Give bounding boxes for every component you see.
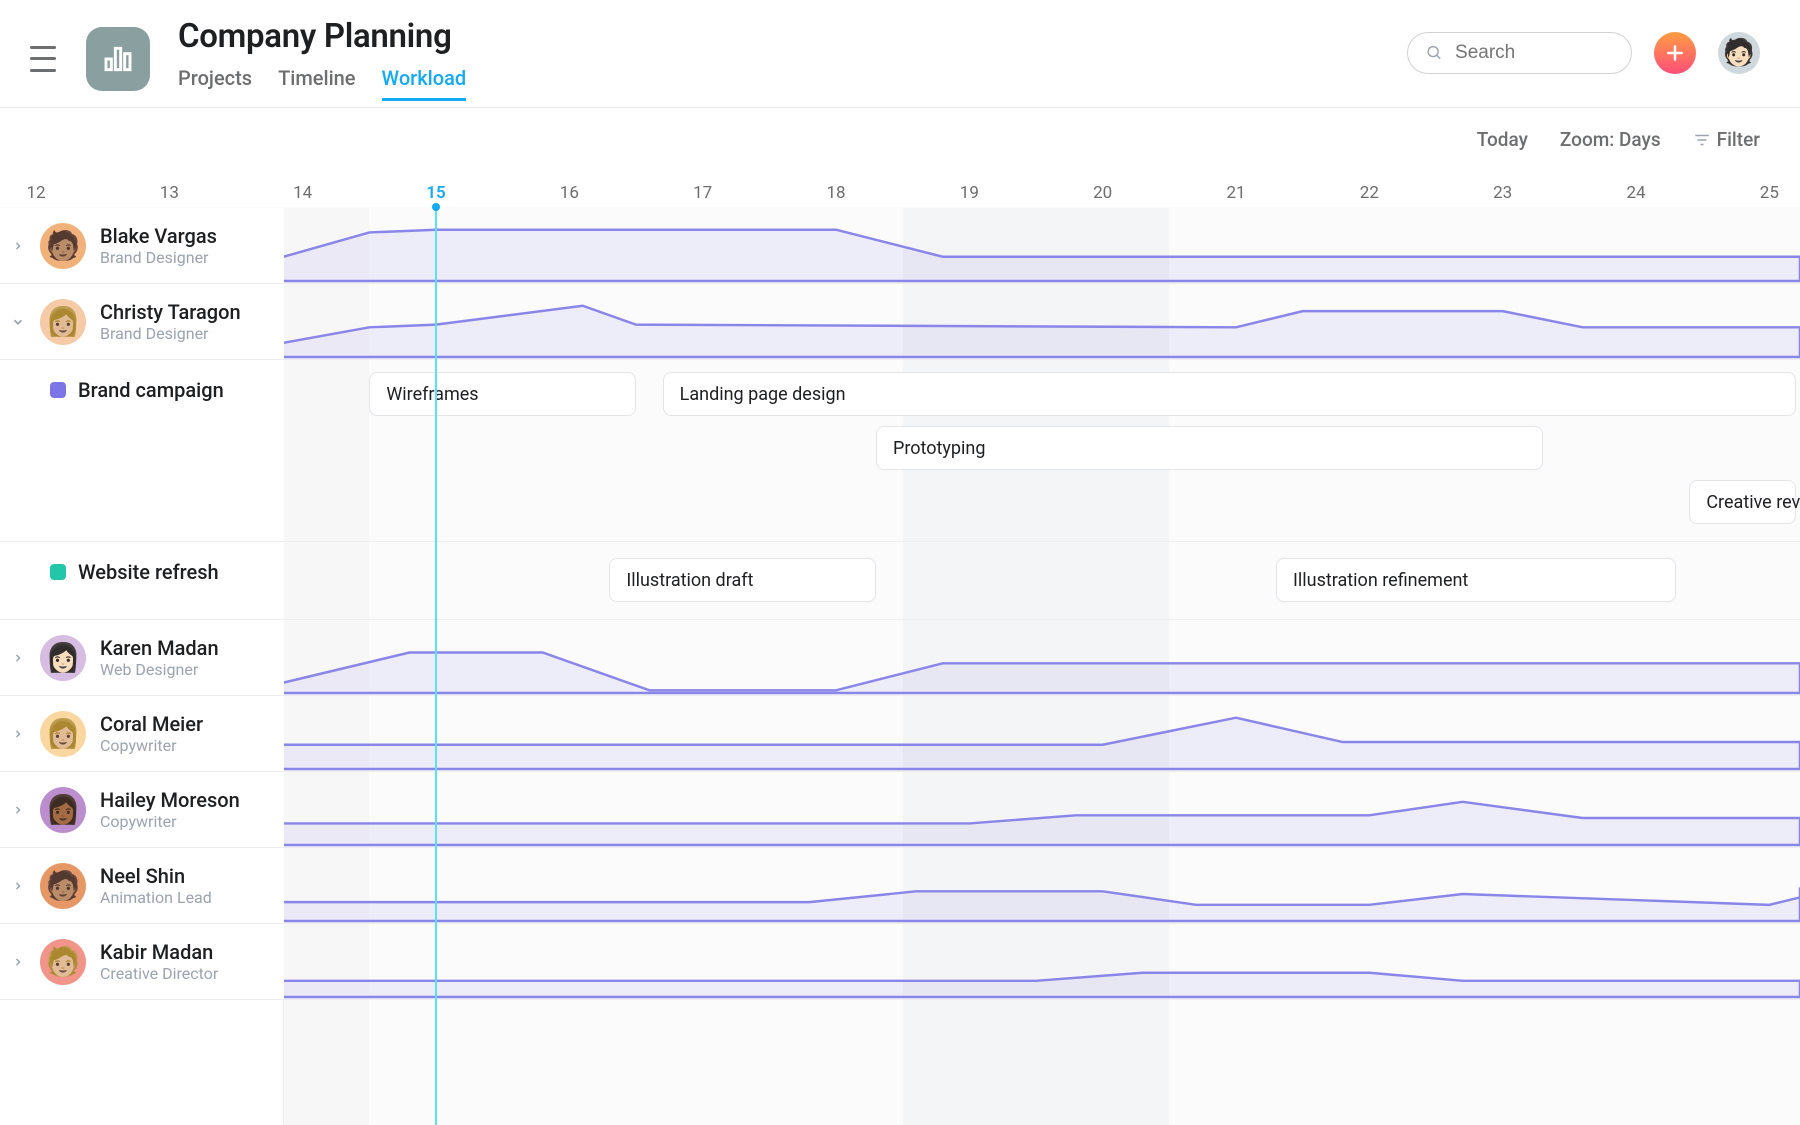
tab-timeline[interactable]: Timeline <box>278 62 355 101</box>
date-24: 24 <box>1626 183 1645 203</box>
project-label[interactable]: Website refresh <box>0 542 284 620</box>
avatar: 🧑🏼 <box>40 939 86 985</box>
avatar: 👩🏼 <box>40 711 86 757</box>
person-name: Karen Madan <box>100 636 219 660</box>
date-17: 17 <box>693 183 712 203</box>
add-button[interactable] <box>1654 32 1696 74</box>
person-role: Creative Director <box>100 964 218 983</box>
person-role: Web Designer <box>100 660 219 679</box>
date-22: 22 <box>1360 183 1379 203</box>
person-role: Copywriter <box>100 736 203 755</box>
project-label[interactable]: Brand campaign <box>0 360 284 542</box>
person-row[interactable]: 👩🏻 Karen Madan Web Designer <box>0 620 284 696</box>
date-20: 20 <box>1093 183 1112 203</box>
person-row[interactable]: 🧑🏽 Blake Vargas Brand Designer <box>0 208 284 284</box>
person-name: Hailey Moreson <box>100 788 240 812</box>
avatar: 👩🏾 <box>40 787 86 833</box>
date-18: 18 <box>826 183 845 203</box>
filter-icon <box>1693 131 1711 149</box>
person-role: Animation Lead <box>100 888 212 907</box>
date-23: 23 <box>1493 183 1512 203</box>
date-19: 19 <box>960 183 979 203</box>
person-role: Brand Designer <box>100 248 217 267</box>
person-row[interactable]: 👩🏼 Coral Meier Copywriter <box>0 696 284 772</box>
chevron-right-icon[interactable] <box>10 804 26 816</box>
project-color-icon <box>50 564 66 580</box>
search-icon <box>1426 43 1443 63</box>
person-name: Christy Taragon <box>100 300 241 324</box>
date-12: 12 <box>26 183 45 203</box>
project-name: Brand campaign <box>78 378 224 402</box>
filter-button[interactable]: Filter <box>1693 128 1760 151</box>
person-name: Coral Meier <box>100 712 203 736</box>
user-avatar[interactable]: 🧑🏻 <box>1718 32 1760 74</box>
avatar: 👩🏼 <box>40 299 86 345</box>
plus-icon <box>1665 43 1685 63</box>
date-15: 15 <box>426 183 445 203</box>
task-bar[interactable]: Creative review <box>1689 480 1796 524</box>
person-name: Neel Shin <box>100 864 212 888</box>
date-25: 25 <box>1760 183 1779 203</box>
search-input[interactable] <box>1407 32 1632 74</box>
chevron-down-icon[interactable] <box>10 315 26 329</box>
avatar: 🧑🏽 <box>40 223 86 269</box>
person-row[interactable]: 🧑🏽 Neel Shin Animation Lead <box>0 848 284 924</box>
menu-button[interactable] <box>30 46 56 72</box>
date-16: 16 <box>560 183 579 203</box>
chevron-right-icon[interactable] <box>10 880 26 892</box>
person-role: Copywriter <box>100 812 240 831</box>
person-row[interactable]: 👩🏼 Christy Taragon Brand Designer <box>0 284 284 360</box>
task-bar[interactable]: Illustration draft <box>609 558 876 602</box>
project-color-icon <box>50 382 66 398</box>
zoom-button[interactable]: Zoom: Days <box>1560 128 1661 151</box>
chevron-right-icon[interactable] <box>10 728 26 740</box>
person-name: Kabir Madan <box>100 940 218 964</box>
person-row[interactable]: 🧑🏼 Kabir Madan Creative Director <box>0 924 284 1000</box>
avatar: 👩🏻 <box>40 635 86 681</box>
date-14: 14 <box>293 183 312 203</box>
task-bar[interactable]: Wireframes <box>369 372 636 416</box>
date-13: 13 <box>160 183 179 203</box>
project-name: Website refresh <box>78 560 219 584</box>
chevron-right-icon[interactable] <box>10 652 26 664</box>
date-21: 21 <box>1226 183 1245 203</box>
tab-workload[interactable]: Workload <box>382 62 467 101</box>
project-icon <box>86 27 150 91</box>
task-bar[interactable]: Prototyping <box>876 426 1543 470</box>
today-button[interactable]: Today <box>1477 128 1528 151</box>
chevron-right-icon[interactable] <box>10 956 26 968</box>
page-title: Company Planning <box>178 17 466 56</box>
person-role: Brand Designer <box>100 324 241 343</box>
person-row[interactable]: 👩🏾 Hailey Moreson Copywriter <box>0 772 284 848</box>
task-bar[interactable]: Landing page design <box>663 372 1796 416</box>
task-bar[interactable]: Illustration refinement <box>1276 558 1676 602</box>
avatar: 🧑🏽 <box>40 863 86 909</box>
tab-projects[interactable]: Projects <box>178 62 252 101</box>
person-name: Blake Vargas <box>100 224 217 248</box>
chevron-right-icon[interactable] <box>10 240 26 252</box>
